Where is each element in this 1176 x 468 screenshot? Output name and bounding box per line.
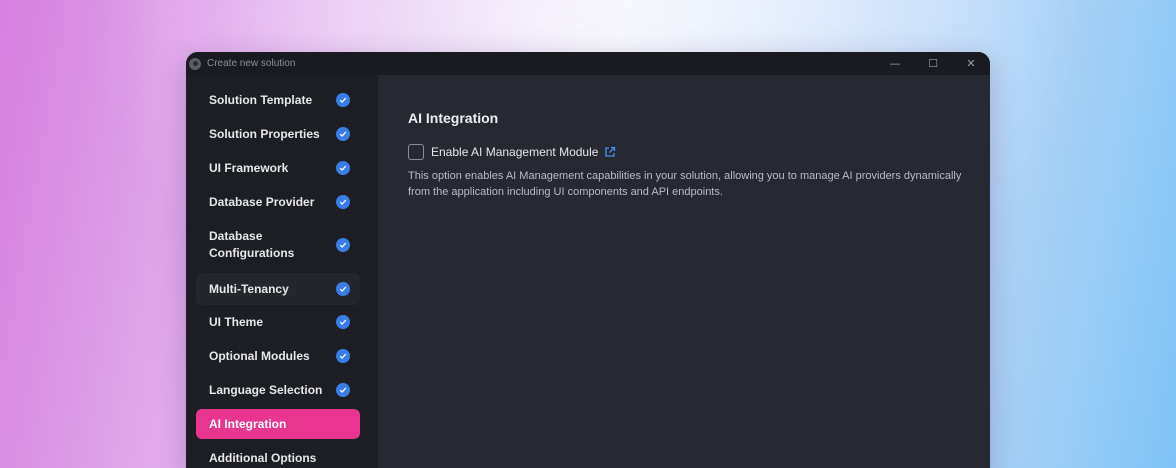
close-button[interactable]: ✕ — [952, 52, 990, 75]
step-ui-framework[interactable]: UI Framework — [196, 153, 360, 183]
window-controls: — ☐ ✕ — [876, 52, 990, 75]
window-title: Create new solution — [207, 58, 296, 69]
step-language-selection[interactable]: Language Selection — [196, 375, 360, 405]
step-solution-template[interactable]: Solution Template — [196, 85, 360, 115]
step-label: UI Theme — [209, 314, 264, 329]
check-circle-icon — [336, 383, 350, 397]
main-content: AI Integration Enable AI Management Modu… — [378, 75, 990, 468]
step-solution-properties[interactable]: Solution Properties — [196, 119, 360, 149]
check-circle-icon — [336, 315, 350, 329]
enable-ai-management-label[interactable]: Enable AI Management Module — [431, 145, 598, 159]
step-label: Database Configurations — [209, 229, 295, 260]
check-circle-icon — [336, 238, 350, 252]
step-label: Language Selection — [209, 382, 323, 397]
check-circle-icon — [336, 282, 350, 296]
step-multi-tenancy[interactable]: Multi-Tenancy — [196, 273, 360, 305]
step-optional-modules[interactable]: Optional Modules — [196, 341, 360, 371]
maximize-button[interactable]: ☐ — [914, 52, 952, 75]
step-database-provider[interactable]: Database Provider — [196, 187, 360, 217]
step-label: UI Framework — [209, 160, 289, 175]
step-label: Additional Options — [209, 450, 317, 465]
step-label: AI Integration — [209, 416, 287, 431]
create-solution-window: Create new solution — ☐ ✕ Solution Templ… — [186, 52, 990, 468]
step-additional-options[interactable]: Additional Options — [196, 443, 360, 468]
enable-ai-management-checkbox[interactable] — [408, 144, 424, 160]
step-label: Multi-Tenancy — [209, 281, 289, 296]
check-circle-icon — [336, 93, 350, 107]
step-label: Database Provider — [209, 194, 315, 209]
step-label: Solution Properties — [209, 126, 320, 141]
check-circle-icon — [336, 161, 350, 175]
step-label: Solution Template — [209, 92, 313, 107]
check-circle-icon — [336, 195, 350, 209]
app-icon — [189, 57, 201, 70]
step-database-configurations[interactable]: Database Configurations — [196, 221, 360, 269]
step-ui-theme[interactable]: UI Theme — [196, 307, 360, 337]
option-description: This option enables AI Management capabi… — [408, 170, 962, 198]
external-link-icon[interactable] — [604, 146, 616, 158]
step-ai-integration[interactable]: AI Integration — [196, 409, 360, 439]
check-circle-icon — [336, 349, 350, 363]
page-title: AI Integration — [408, 110, 499, 126]
wizard-steps-sidebar: Solution Template Solution Properties UI… — [186, 75, 378, 468]
title-bar: Create new solution — ☐ ✕ — [186, 52, 990, 75]
check-circle-icon — [336, 127, 350, 141]
enable-ai-option: Enable AI Management Module — [408, 144, 990, 160]
minimize-button[interactable]: — — [876, 52, 914, 75]
step-label: Optional Modules — [209, 348, 310, 363]
